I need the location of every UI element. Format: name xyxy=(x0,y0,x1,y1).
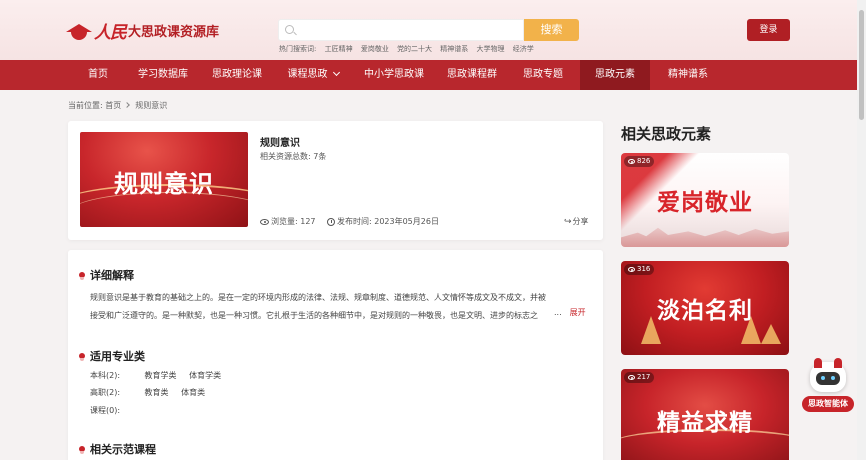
related-element-name: 爱岗敬业 xyxy=(657,190,753,216)
nav-item-course-group[interactable]: 思政课程群 xyxy=(441,60,503,90)
major-tag[interactable]: 教育类 xyxy=(145,388,169,397)
hot-search-words: 热门搜索词: 工匠精神 爱岗敬业 党的二十大 精神谱系 大学物理 经济学 xyxy=(279,44,540,54)
logo-emblem-icon xyxy=(66,20,92,42)
clock-icon xyxy=(327,217,335,226)
major-row: 本科(2): 教育学类 体育学类 xyxy=(90,370,231,381)
expand-label: 展开 xyxy=(569,308,586,317)
share-icon: ↪ xyxy=(564,216,572,227)
search-button[interactable]: 搜索 xyxy=(524,19,579,41)
major-row: 课程(0): xyxy=(90,405,142,416)
hot-word[interactable]: 爱岗敬业 xyxy=(361,45,389,53)
share-label: 分享 xyxy=(572,217,589,226)
view-count-text: 浏览量: 127 xyxy=(271,217,316,226)
section-title-text: 适用专业类 xyxy=(90,350,145,363)
share-button[interactable]: ↪ 分享 xyxy=(564,216,589,227)
eye-icon xyxy=(628,375,635,380)
section-title-majors: 适用专业类 xyxy=(79,348,145,364)
ai-assistant-label: 思政智能体 xyxy=(802,396,854,412)
view-count-text: 826 xyxy=(637,157,651,165)
hot-word[interactable]: 党的二十大 xyxy=(397,45,432,53)
main-nav: 首页 学习数据库 思政理论课 课程思政 中小学思政课 思政课程群 思政专题 思政… xyxy=(0,60,866,90)
eye-icon xyxy=(628,267,635,272)
resource-count: 相关资源总数: 7条 xyxy=(260,152,327,161)
search-box xyxy=(278,19,524,41)
view-count-badge: 316 xyxy=(624,264,655,275)
scrollbar-thumb[interactable] xyxy=(859,10,864,120)
logo-text: 大思政课资源库 xyxy=(128,25,220,40)
nav-item-course-ideology[interactable]: 课程思政 xyxy=(280,60,346,90)
publish-time-text: 发布时间: 2023年05月26日 xyxy=(337,217,439,226)
robot-icon xyxy=(810,358,846,392)
major-tag[interactable]: 体育学类 xyxy=(189,371,221,380)
major-level: 高职(2): xyxy=(90,388,121,397)
element-title: 规则意识 xyxy=(260,138,300,149)
ai-assistant-button[interactable]: 思政智能体 xyxy=(800,358,856,414)
bullet-dot-icon xyxy=(79,446,85,454)
section-title-explain: 详细解释 xyxy=(79,267,134,283)
chevron-right-icon xyxy=(124,102,131,108)
nav-item-theory-course[interactable]: 思政理论课 xyxy=(206,60,268,90)
major-row: 高职(2): 教育类 体育类 xyxy=(90,387,215,398)
eye-icon xyxy=(628,159,635,164)
page-scrollbar[interactable] xyxy=(857,0,866,460)
nav-item-elements[interactable]: 思政元素 xyxy=(580,60,650,90)
hot-word[interactable]: 经济学 xyxy=(513,45,534,53)
major-level: 课程(0): xyxy=(90,406,121,415)
bullet-dot-icon xyxy=(79,272,85,280)
view-count-badge: 826 xyxy=(624,156,655,167)
explain-text: 规则意识是基于教育的基础之上的。是在一定的环境内形成的法律、法规、规章制度、道德… xyxy=(90,293,546,320)
search-icon xyxy=(285,25,294,34)
view-count-badge: 217 xyxy=(624,372,655,383)
eye-icon xyxy=(260,218,269,225)
element-detail-card: 详细解释 规则意识是基于教育的基础之上的。是在一定的环境内形成的法律、法规、规章… xyxy=(68,250,603,460)
nav-item-topics[interactable]: 思政专题 xyxy=(515,60,571,90)
view-count-text: 217 xyxy=(637,373,651,381)
site-logo[interactable]: 人民 大思政课资源库 xyxy=(66,18,219,43)
nav-item-learning-database[interactable]: 学习数据库 xyxy=(132,60,194,90)
breadcrumb-prefix: 当前位置: xyxy=(68,101,103,110)
breadcrumb: 当前位置: 首页 规则意识 xyxy=(68,100,167,111)
chevron-down-icon xyxy=(332,68,340,77)
cover-title: 规则意识 xyxy=(114,170,214,198)
breadcrumb-current: 规则意识 xyxy=(135,101,168,110)
related-element-card[interactable]: 精益求精 217 xyxy=(621,369,789,460)
element-summary-card: 规则意识 规则意识 相关资源总数: 7条 浏览量: 127 发布时间: 2023… xyxy=(68,121,603,240)
related-element-name: 淡泊名利 xyxy=(657,298,753,324)
hot-search-label: 热门搜索词: xyxy=(279,45,317,53)
major-tag[interactable]: 体育类 xyxy=(181,388,205,397)
related-elements-title: 相关思政元素 xyxy=(621,125,712,143)
publish-time: 发布时间: 2023年05月26日 xyxy=(327,216,439,227)
search-input[interactable] xyxy=(299,20,519,40)
site-header: 人民 大思政课资源库 搜索 热门搜索词: 工匠精神 爱岗敬业 党的二十大 精神谱… xyxy=(0,0,866,60)
nav-item-home[interactable]: 首页 xyxy=(78,60,118,90)
related-element-name: 精益求精 xyxy=(657,410,753,436)
expand-link[interactable]: ... 展开 xyxy=(554,307,586,318)
section-title-text: 详细解释 xyxy=(90,269,134,282)
bullet-dot-icon xyxy=(79,353,85,361)
related-element-card[interactable]: 淡泊名利 316 xyxy=(621,261,789,355)
major-tag[interactable]: 教育学类 xyxy=(145,371,177,380)
ellipsis: ... xyxy=(554,308,562,317)
breadcrumb-home[interactable]: 首页 xyxy=(105,101,121,110)
view-count: 浏览量: 127 xyxy=(260,216,316,227)
hot-word[interactable]: 工匠精神 xyxy=(325,45,353,53)
nav-item-school-course[interactable]: 中小学思政课 xyxy=(358,60,430,90)
nav-item-label: 课程思政 xyxy=(287,69,328,80)
section-title-courses: 相关示范课程 xyxy=(79,441,156,457)
nav-item-spirit-pedigree[interactable]: 精神谱系 xyxy=(660,60,716,90)
major-level: 本科(2): xyxy=(90,371,121,380)
section-title-text: 相关示范课程 xyxy=(90,443,156,456)
related-element-card[interactable]: 爱岗敬业 826 xyxy=(621,153,789,247)
hot-word[interactable]: 精神谱系 xyxy=(440,45,468,53)
login-button[interactable]: 登录 xyxy=(747,19,790,41)
logo-brand: 人民 xyxy=(94,23,127,43)
cover-image: 规则意识 xyxy=(80,132,248,227)
view-count-text: 316 xyxy=(637,265,651,273)
hot-word[interactable]: 大学物理 xyxy=(477,45,505,53)
